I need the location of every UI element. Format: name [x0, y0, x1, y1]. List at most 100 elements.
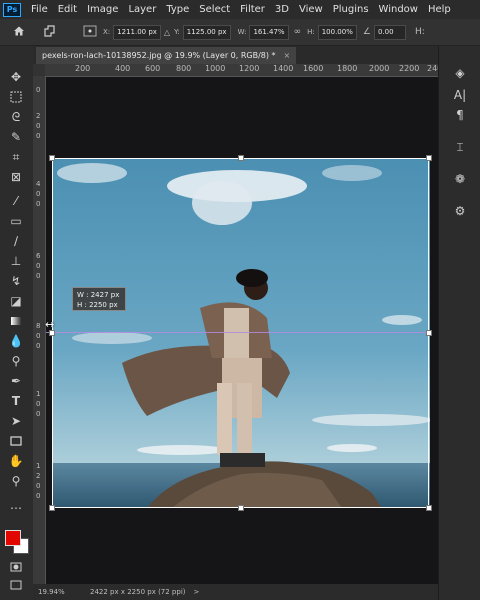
foreground-color-swatch[interactable]: [5, 530, 21, 546]
path-selection-tool-icon[interactable]: ➤: [7, 412, 25, 430]
frame-tool-icon[interactable]: ⊠: [7, 168, 25, 186]
options-bar: X: 1211.00 px △ Y: 1125.00 px W: 161.47%…: [0, 19, 480, 46]
eraser-tool-icon[interactable]: ◪: [7, 292, 25, 310]
document-info[interactable]: 2422 px x 2250 px (72 ppi): [90, 588, 186, 596]
close-tab-icon[interactable]: ×: [284, 51, 291, 60]
document-tab-bar: pexels-ron-lach-10138952.jpg @ 19.9% (La…: [33, 46, 438, 64]
menu-layer[interactable]: Layer: [124, 4, 162, 15]
clone-stamp-tool-icon[interactable]: ⊥: [7, 252, 25, 270]
transform-handle-bottom-right[interactable]: [426, 505, 432, 511]
x-field[interactable]: 1211.00 px: [113, 24, 161, 40]
home-icon[interactable]: [13, 25, 27, 39]
delta-icon[interactable]: △: [164, 28, 170, 37]
ruler-tick: 0: [36, 262, 41, 270]
brush-tool-icon[interactable]: ∕: [7, 232, 25, 250]
h-field[interactable]: 100.00%: [317, 24, 357, 40]
transform-handle-middle-right[interactable]: [426, 330, 432, 336]
status-menu-arrow[interactable]: >: [194, 588, 200, 596]
type-tool-icon[interactable]: T: [7, 392, 25, 410]
ruler-tick: 200: [75, 64, 91, 73]
menu-plugins[interactable]: Plugins: [329, 4, 375, 15]
rectangle-tool-icon[interactable]: [7, 432, 25, 450]
menu-type[interactable]: Type: [162, 4, 195, 15]
ruler-tick: 400: [115, 64, 131, 73]
link-icon[interactable]: ∞: [294, 27, 302, 37]
marquee-tool-icon[interactable]: [7, 88, 25, 106]
ruler-tick: 800: [176, 64, 192, 73]
properties-icon[interactable]: ⚙: [451, 202, 469, 220]
quick-mask-icon[interactable]: [7, 558, 25, 576]
angle-icon: ∠: [362, 27, 371, 37]
healing-brush-tool-icon[interactable]: ▭: [7, 212, 25, 230]
zoom-level[interactable]: 19.94%: [38, 588, 86, 596]
transform-handle-bottom-center[interactable]: [238, 505, 244, 511]
ruler-tick: 1: [36, 390, 41, 398]
menu-edit[interactable]: Edit: [54, 4, 83, 15]
menu-view[interactable]: View: [295, 4, 329, 15]
tool-preset-icon[interactable]: [43, 25, 57, 39]
move-tool-icon[interactable]: ✥: [7, 68, 25, 86]
angle-field[interactable]: 0.00: [373, 24, 406, 40]
document-tab-title: pexels-ron-lach-10138952.jpg @ 19.9% (La…: [42, 51, 276, 60]
pen-tool-icon[interactable]: ✒: [7, 372, 25, 390]
layers-icon[interactable]: ◈: [451, 64, 469, 82]
dodge-tool-icon[interactable]: ⚲: [7, 352, 25, 370]
skew-icon[interactable]: H:: [415, 27, 425, 37]
adjustments-icon[interactable]: ❁: [451, 170, 469, 188]
tooltip-width: W : 2427 px: [77, 291, 120, 299]
ruler-tick: 0: [36, 482, 41, 490]
ruler-tick: 1: [36, 462, 41, 470]
hand-tool-icon[interactable]: ✋: [7, 452, 25, 470]
tooltip-height: H : 2250 px: [77, 301, 118, 309]
more-tools-icon[interactable]: …: [7, 496, 25, 514]
character-icon[interactable]: A|: [451, 86, 469, 104]
ruler-tick: 2: [36, 112, 41, 120]
paths-icon[interactable]: ⌶: [451, 138, 469, 156]
reference-point-icon[interactable]: [83, 25, 99, 39]
history-brush-tool-icon[interactable]: ↯: [7, 272, 25, 290]
lasso-tool-icon[interactable]: ᘓ: [7, 108, 25, 126]
status-bar: 19.94% 2422 px x 2250 px (72 ppi) >: [33, 584, 438, 600]
eyedropper-tool-icon[interactable]: ⁄: [7, 192, 25, 210]
menu-help[interactable]: Help: [424, 4, 457, 15]
ruler-tick: 0: [36, 332, 41, 340]
ruler-tick: 6: [36, 252, 41, 260]
transform-size-tooltip: W : 2427 px H : 2250 px: [72, 287, 126, 311]
horizontal-ruler[interactable]: 200 400 600 800 1000 1200 1400 1600 1800…: [45, 64, 438, 77]
document-tab[interactable]: pexels-ron-lach-10138952.jpg @ 19.9% (La…: [36, 47, 297, 64]
ruler-origin[interactable]: [33, 64, 45, 76]
y-field[interactable]: 1125.00 px: [182, 24, 231, 40]
crop-tool-icon[interactable]: ⌗: [7, 148, 25, 166]
screen-mode-icon[interactable]: [7, 576, 25, 594]
ruler-tick: 2: [36, 472, 41, 480]
menu-filter[interactable]: Filter: [236, 4, 271, 15]
ruler-tick: 4: [36, 180, 41, 188]
transform-bounding-box[interactable]: [52, 158, 429, 508]
ruler-tick: 1600: [303, 64, 324, 73]
menu-select[interactable]: Select: [195, 4, 236, 15]
resize-cursor-icon: ↔: [45, 318, 55, 331]
menu-bar: Ps File Edit Image Layer Type Select Fil…: [0, 0, 480, 19]
blur-tool-icon[interactable]: 💧: [7, 332, 25, 350]
y-label: Y:: [174, 28, 180, 36]
transform-handle-bottom-left[interactable]: [49, 505, 55, 511]
transform-handle-top-right[interactable]: [426, 155, 432, 161]
ruler-tick: 0: [36, 200, 41, 208]
ruler-tick: 0: [36, 410, 41, 418]
photoshop-logo: Ps: [3, 2, 21, 17]
quick-selection-tool-icon[interactable]: ✎: [7, 128, 25, 146]
ruler-tick: 0: [36, 122, 41, 130]
gradient-tool-icon[interactable]: [7, 312, 25, 330]
ruler-tick: 2000: [369, 64, 390, 73]
menu-image[interactable]: Image: [83, 4, 124, 15]
zoom-tool-icon[interactable]: ⚲: [7, 472, 25, 490]
menu-3d[interactable]: 3D: [271, 4, 295, 15]
paragraph-icon[interactable]: ¶: [451, 106, 469, 124]
ruler-tick: 0: [36, 492, 41, 500]
transform-handle-top-center[interactable]: [238, 155, 244, 161]
menu-window[interactable]: Window: [375, 4, 424, 15]
ruler-tick: 600: [145, 64, 161, 73]
w-field[interactable]: 161.47%: [249, 24, 289, 40]
menu-file[interactable]: File: [27, 4, 54, 15]
transform-handle-top-left[interactable]: [49, 155, 55, 161]
